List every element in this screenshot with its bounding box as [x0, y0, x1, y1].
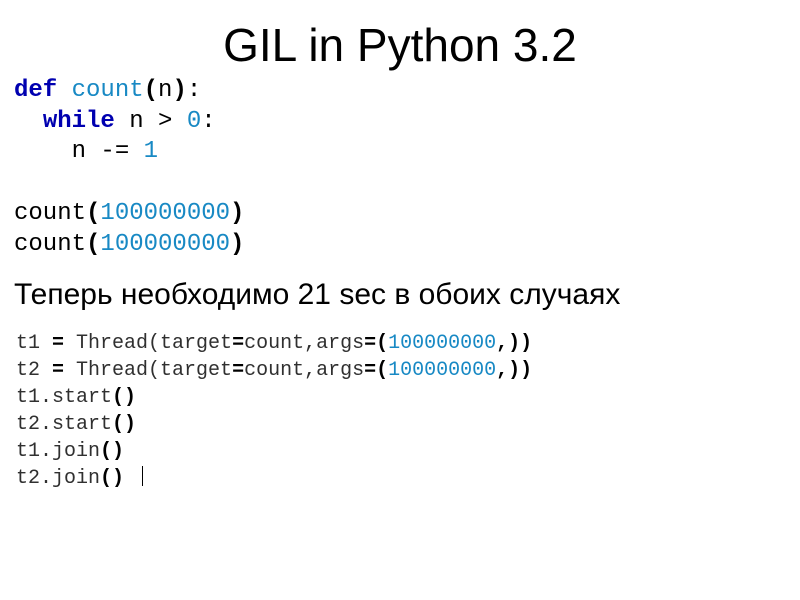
paren-open: ( — [144, 77, 158, 104]
t1-join: t1.join — [16, 440, 100, 463]
cond-var: n — [129, 108, 143, 135]
text-cursor-icon — [142, 466, 143, 486]
t1-lhs: t1 — [16, 332, 52, 355]
paren-close: ) — [230, 200, 244, 227]
slide: GIL in Python 3.2 def count(n): while n … — [0, 0, 800, 600]
thread-call: Thread(target — [64, 359, 232, 382]
slide-title: GIL in Python 3.2 — [10, 18, 790, 72]
tuple-close: ,)) — [496, 359, 532, 382]
call-count-2: count — [14, 231, 86, 258]
paren-open: ( — [376, 359, 388, 382]
op-gt: > — [158, 108, 172, 135]
parens: () — [112, 413, 136, 436]
op-eq: = — [52, 359, 64, 382]
body-var: n — [72, 138, 86, 165]
literal-bignum: 100000000 — [388, 332, 496, 355]
paren-open: ( — [86, 200, 100, 227]
keyword-def: def — [14, 77, 57, 104]
literal-bignum: 100000000 — [388, 359, 496, 382]
op-minus-eq: -= — [100, 138, 129, 165]
op-eq: = — [232, 332, 244, 355]
op-eq: = — [52, 332, 64, 355]
param-n: n — [158, 77, 172, 104]
t2-lhs: t2 — [16, 359, 52, 382]
parens: () — [100, 440, 124, 463]
paren-close: ) — [230, 231, 244, 258]
colon: : — [201, 108, 215, 135]
code-block-sequential: def count(n): while n > 0: n -= 1 count(… — [14, 76, 790, 260]
paren-open: ( — [86, 231, 100, 258]
colon: : — [187, 77, 201, 104]
literal-bignum: 100000000 — [100, 200, 230, 227]
call-count-1: count — [14, 200, 86, 227]
thread-args: count,args — [244, 332, 364, 355]
literal-one: 1 — [144, 138, 158, 165]
paren-open: ( — [376, 332, 388, 355]
op-eq: = — [364, 359, 376, 382]
literal-bignum: 100000000 — [100, 231, 230, 258]
parens: () — [112, 386, 136, 409]
paren-close: ) — [172, 77, 186, 104]
op-eq: = — [232, 359, 244, 382]
thread-call: Thread(target — [64, 332, 232, 355]
result-text: Теперь необходимо 21 sec в обоих случаях — [14, 278, 790, 312]
function-name: count — [72, 77, 144, 104]
t2-start: t2.start — [16, 413, 112, 436]
literal-zero: 0 — [187, 108, 201, 135]
code-block-threaded: t1 = Thread(target=count,args=(100000000… — [16, 330, 790, 492]
op-eq: = — [364, 332, 376, 355]
t1-start: t1.start — [16, 386, 112, 409]
thread-args: count,args — [244, 359, 364, 382]
tuple-close: ,)) — [496, 332, 532, 355]
keyword-while: while — [43, 108, 115, 135]
t2-join: t2.join — [16, 467, 100, 490]
parens: () — [100, 467, 124, 490]
